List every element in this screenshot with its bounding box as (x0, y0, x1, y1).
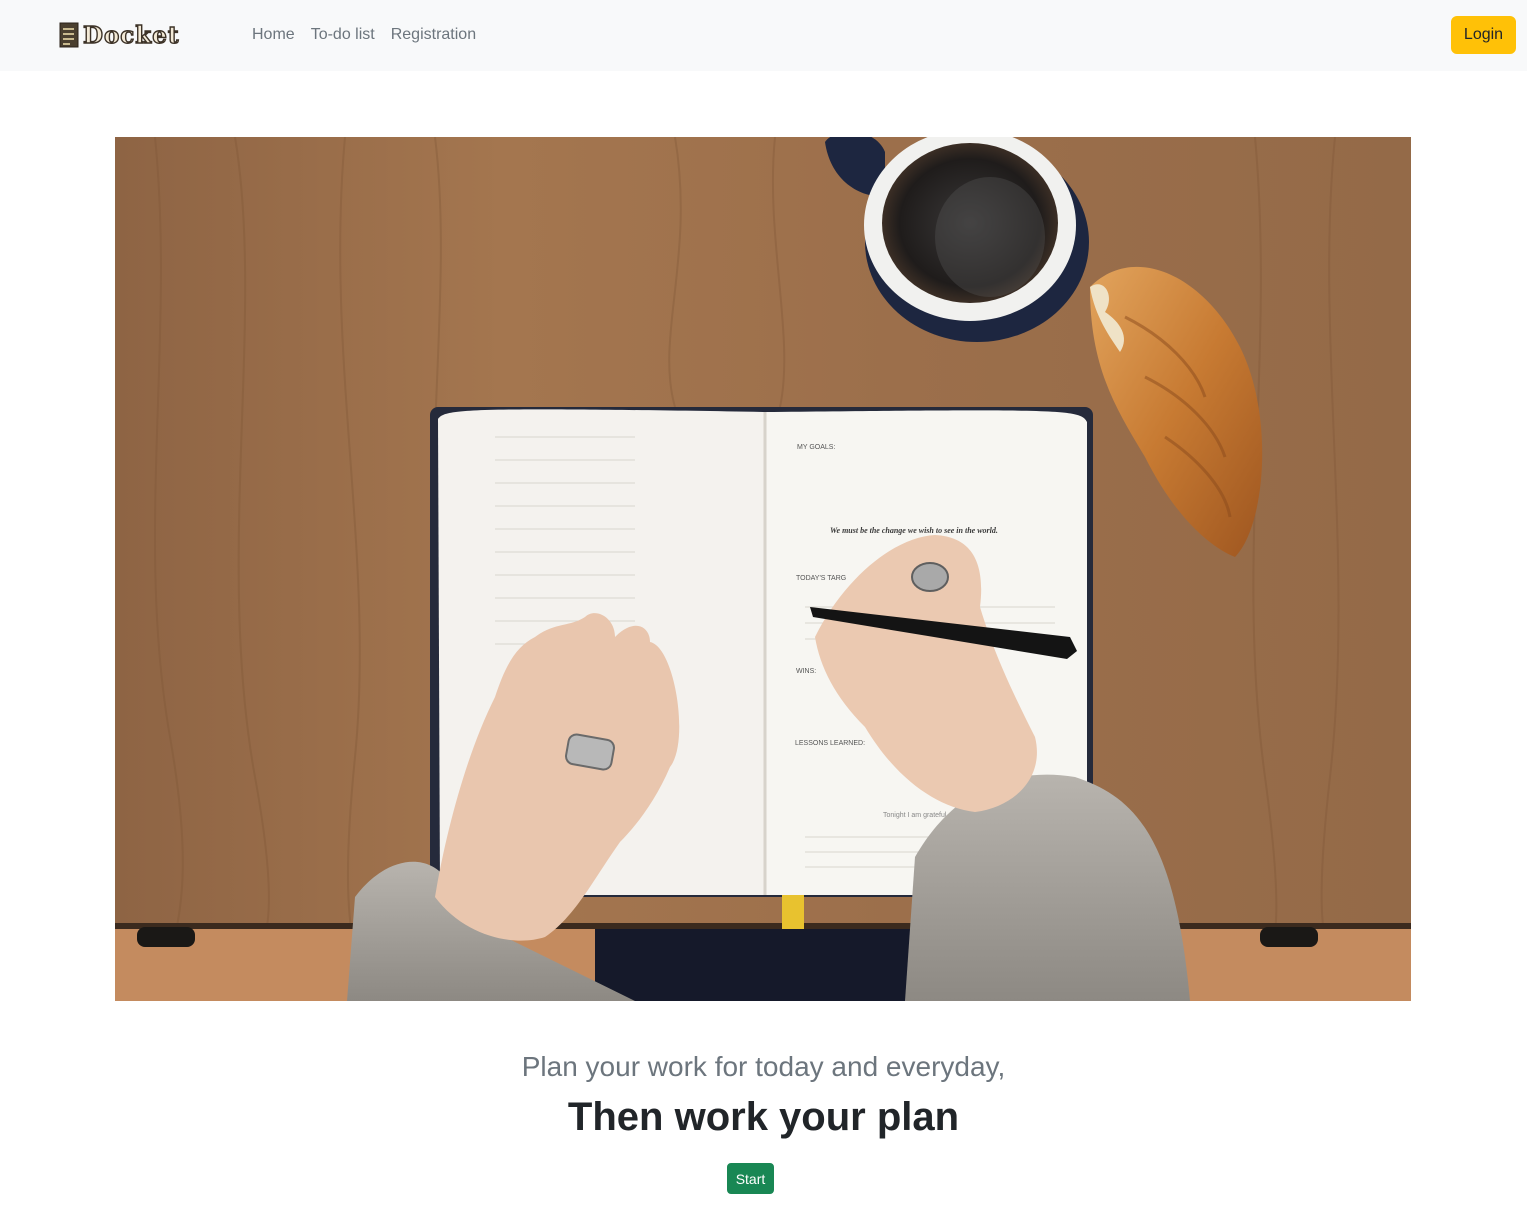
lap (595, 929, 955, 1001)
journal-my-goals: MY GOALS: (797, 444, 835, 451)
nav-link-registration[interactable]: Registration (391, 24, 476, 46)
brand-name: Docket (82, 21, 180, 49)
brand-logo[interactable]: Docket (59, 20, 179, 50)
start-button[interactable]: Start (727, 1163, 774, 1194)
nav-link-todo-list[interactable]: To-do list (311, 24, 375, 46)
nav-link-home[interactable]: Home (252, 24, 295, 46)
login-button[interactable]: Login (1451, 16, 1516, 54)
journal-lessons: LESSONS LEARNED: (795, 740, 865, 747)
journal-wins: WINS: (796, 668, 816, 675)
hero-image: MY GOALS: We must be the change we wish … (115, 137, 1411, 1001)
journal-quote: We must be the change we wish to see in … (830, 526, 998, 535)
table-edge-shadow (115, 923, 1411, 929)
top-navbar: Docket Home To-do list Registration Logi… (0, 0, 1527, 71)
journal-grateful: Tonight I am grateful (883, 812, 947, 819)
nav-links: Home To-do list Registration (252, 24, 476, 46)
notebook-icon (59, 22, 79, 48)
hero-tagline: Plan your work for today and everyday, (521, 1051, 1006, 1082)
clip-right (1260, 927, 1318, 947)
clip-left (137, 927, 195, 947)
hero-headline: Then work your plan (567, 1095, 960, 1139)
journal-todays-targets: TODAY'S TARG (796, 575, 846, 582)
